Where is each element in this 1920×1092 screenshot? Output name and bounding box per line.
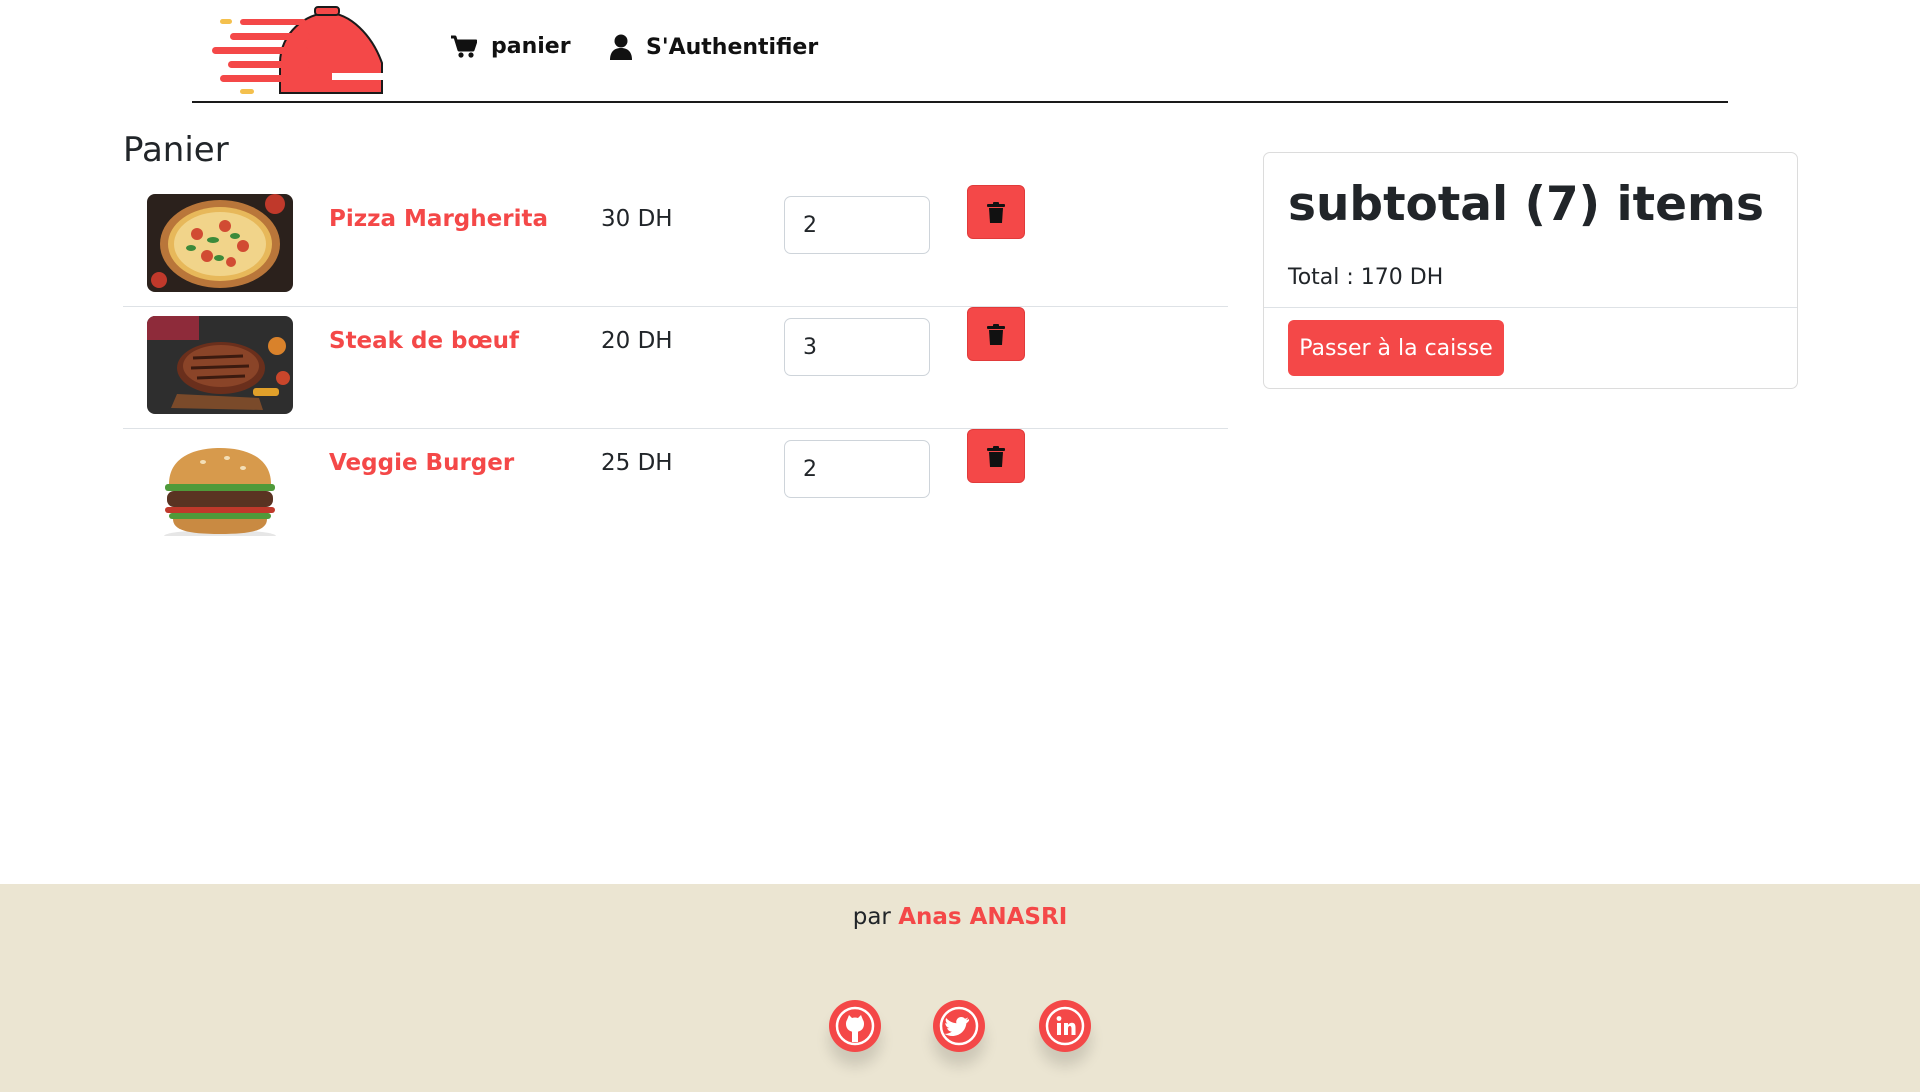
twitter-icon xyxy=(939,1006,979,1046)
subtotal-heading: subtotal (7) items xyxy=(1288,177,1764,232)
github-link[interactable] xyxy=(829,1000,881,1052)
item-image-steak xyxy=(147,316,293,414)
credit-prefix: par xyxy=(852,904,891,930)
logo[interactable] xyxy=(210,5,386,97)
cart-title: Panier xyxy=(123,130,229,170)
checkout-button[interactable]: Passer à la caisse xyxy=(1288,320,1504,376)
twitter-link[interactable] xyxy=(933,1000,985,1052)
nav-auth-link[interactable]: S'Authentifier xyxy=(610,34,818,60)
delete-button[interactable] xyxy=(967,185,1025,239)
quantity-input[interactable] xyxy=(784,318,930,376)
quantity-input[interactable] xyxy=(784,196,930,254)
item-image-burger xyxy=(147,438,293,536)
author-link[interactable]: Anas ANASRI xyxy=(898,904,1067,930)
nav-auth-label: S'Authentifier xyxy=(646,34,819,60)
cart-item-row: Veggie Burger 25 DH xyxy=(123,428,1228,550)
item-price: 20 DH xyxy=(601,328,673,354)
order-summary-card: subtotal (7) items Total : 170 DH Passer… xyxy=(1263,152,1798,389)
item-name[interactable]: Pizza Margherita xyxy=(329,206,548,232)
total-amount: Total : 170 DH xyxy=(1288,265,1444,290)
linkedin-link[interactable] xyxy=(1039,1000,1091,1052)
cart-item-row: Pizza Margherita 30 DH xyxy=(123,184,1228,307)
item-image-pizza xyxy=(147,194,293,292)
delete-button[interactable] xyxy=(967,307,1025,361)
item-name[interactable]: Veggie Burger xyxy=(329,450,514,476)
site-header: panier S'Authentifier xyxy=(192,0,1728,103)
nav-cart-label: panier xyxy=(491,34,571,59)
site-footer: par Anas ANASRI xyxy=(0,884,1920,1092)
nav-cart-link[interactable]: panier xyxy=(450,34,571,59)
trash-icon xyxy=(987,201,1005,223)
trash-icon xyxy=(987,323,1005,345)
cart-icon xyxy=(451,35,477,58)
item-price: 25 DH xyxy=(601,450,673,476)
linkedin-icon xyxy=(1045,1006,1085,1046)
item-name[interactable]: Steak de bœuf xyxy=(329,328,519,354)
trash-icon xyxy=(987,445,1005,467)
summary-divider xyxy=(1264,307,1797,308)
github-icon xyxy=(835,1006,875,1046)
quantity-input[interactable] xyxy=(784,440,930,498)
cart-item-row: Steak de bœuf 20 DH xyxy=(123,306,1228,429)
item-price: 30 DH xyxy=(601,206,673,232)
user-icon xyxy=(610,34,632,60)
delete-button[interactable] xyxy=(967,429,1025,483)
footer-credit: par Anas ANASRI xyxy=(0,904,1920,930)
